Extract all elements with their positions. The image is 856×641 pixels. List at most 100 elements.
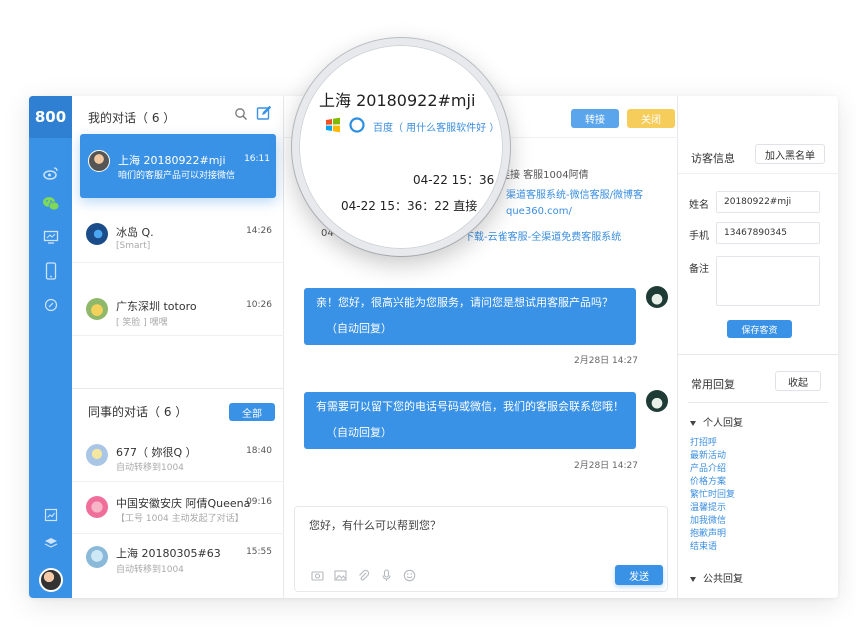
visitor-avatar xyxy=(86,496,108,518)
conversation-time: 18:40 xyxy=(246,446,272,456)
conversation-name: 中国安徽安庆 阿倩Queena xyxy=(116,497,251,510)
conversation-time: 14:26 xyxy=(246,226,272,236)
system-text: 连接 客服1004阿倩 xyxy=(500,170,589,181)
agent-avatar xyxy=(646,286,668,308)
browser-icon xyxy=(349,117,365,136)
note-label: 备注 xyxy=(689,264,709,275)
note-field[interactable] xyxy=(716,256,820,306)
conversation-last-message: 咱们的客服产品可以对接微信 xyxy=(118,171,236,181)
conversation-name: 冰岛 Q. xyxy=(116,226,154,239)
public-replies-group[interactable]: 公共回复 xyxy=(690,570,743,585)
microphone-icon[interactable] xyxy=(380,569,393,582)
visitor-avatar xyxy=(86,444,108,466)
send-button[interactable]: 发送 xyxy=(615,565,663,585)
visitor-avatar xyxy=(88,150,110,172)
name-field[interactable]: 20180922#mji xyxy=(716,191,820,213)
magnified-time-1: 04-22 15：36 xyxy=(413,173,495,187)
caret-down-icon xyxy=(690,576,696,582)
conversation-panel: 我的对话（ 6 ） 上海 20180922#mji 16:11 咱们的客服产品可… xyxy=(72,96,284,598)
conversation-item-active[interactable]: 上海 20180922#mji 16:11 咱们的客服产品可以对接微信 xyxy=(80,134,276,198)
phrase-item[interactable]: 加我微信 xyxy=(690,515,830,528)
save-contact-button[interactable]: 保存客资 xyxy=(727,320,792,338)
replies-title: 常用回复 xyxy=(691,378,735,391)
attachment-icon[interactable] xyxy=(357,569,370,582)
message-input-text[interactable]: 您好，有什么可以帮到您？ xyxy=(309,517,441,533)
conversation-item[interactable]: 广东深圳 totoro 10:26 [ 笑脸 ] 嘿嘿 xyxy=(72,276,284,336)
report-icon[interactable] xyxy=(29,502,72,528)
system-line: 下载-云雀客服-全渠道免费客服系统 xyxy=(464,228,621,243)
source-link[interactable]: 下载-云雀客服-全渠道免费客服系统 xyxy=(464,232,621,243)
conversation-last-message: [Smart] xyxy=(116,241,151,251)
collapse-button[interactable]: 收起 xyxy=(775,371,821,391)
auto-reply-tag: （自动回复） xyxy=(326,426,392,439)
personal-replies-group[interactable]: 个人回复 xyxy=(690,414,743,429)
magnified-title: 上海 20180922#mji xyxy=(319,91,476,110)
conversation-time: 10:26 xyxy=(246,300,272,310)
system-line: 渠道客服系统-微信客服/微博客 xyxy=(506,186,643,201)
system-line: que360.com/ xyxy=(506,206,572,217)
input-toolbar xyxy=(311,569,416,582)
magnified-time-2: 04-22 15：36：22 直接 xyxy=(341,199,478,213)
name-label: 姓名 xyxy=(689,200,709,211)
conversation-item[interactable]: 冰岛 Q. 14:26 [Smart] xyxy=(72,203,284,263)
message-text: 有需要可以留下您的电话号码或微信，我们的客服会联系您哦！ xyxy=(316,400,624,413)
edit-icon[interactable] xyxy=(256,105,272,124)
section-divider xyxy=(678,354,838,355)
link-icon[interactable] xyxy=(29,292,72,318)
my-avatar[interactable] xyxy=(39,568,63,592)
phrase-item[interactable]: 最新活动 xyxy=(690,450,830,463)
conversation-header: 我的对话（ 6 ） xyxy=(72,96,284,138)
conversation-last-message: 自动转移到1004 xyxy=(116,463,184,473)
logo: 800 xyxy=(29,96,72,138)
visitor-avatar xyxy=(86,298,108,320)
phrase-item[interactable]: 结束语 xyxy=(690,541,830,554)
replies-header: 常用回复 收起 xyxy=(678,364,838,400)
source-link[interactable]: que360.com/ xyxy=(506,206,572,217)
show-all-button[interactable]: 全部 xyxy=(229,403,275,421)
phrase-item[interactable]: 抱歉声明 xyxy=(690,528,830,541)
nav-rail: 800 xyxy=(29,96,72,598)
layers-icon[interactable] xyxy=(29,530,72,556)
source-link[interactable]: 渠道客服系统-微信客服/微博客 xyxy=(506,190,643,201)
phrase-item[interactable]: 打招呼 xyxy=(690,437,830,450)
visitor-info-title: 访客信息 xyxy=(691,152,735,165)
message-time: 2月28日 14:27 xyxy=(574,461,638,471)
mobile-icon[interactable] xyxy=(29,258,72,284)
emoji-icon[interactable] xyxy=(403,569,416,582)
transfer-button[interactable]: 转接 xyxy=(571,109,619,128)
conversation-last-message: 自动转移到1004 xyxy=(116,565,184,575)
phrase-item[interactable]: 价格方案 xyxy=(690,476,830,489)
caret-down-icon xyxy=(690,420,696,426)
close-chat-button[interactable]: 关闭 xyxy=(627,109,675,128)
monitor-icon[interactable] xyxy=(29,224,72,250)
conversation-name: 上海 20180305#63 xyxy=(116,547,221,560)
search-icon[interactable] xyxy=(234,107,248,124)
phone-label: 手机 xyxy=(689,231,709,242)
conversation-name: 677（ 妳很Q ） xyxy=(116,446,197,459)
wechat-icon[interactable] xyxy=(29,191,72,217)
message-time: 2月28日 14:27 xyxy=(574,356,638,366)
camera-icon[interactable] xyxy=(311,569,324,582)
auto-reply-tag: （自动回复） xyxy=(326,322,392,335)
conversation-name: 广东深圳 totoro xyxy=(116,300,197,313)
image-icon[interactable] xyxy=(334,569,347,582)
conversation-time: 16:11 xyxy=(244,154,270,164)
phrase-item[interactable]: 产品介绍 xyxy=(690,463,830,476)
windows-icon xyxy=(325,117,341,136)
blacklist-button[interactable]: 加入黑名单 xyxy=(755,144,825,164)
conversation-time: 09:16 xyxy=(246,497,272,507)
colleague-conversation-item[interactable]: 677（ 妳很Q ） 18:40 自动转移到1004 xyxy=(72,430,284,482)
phone-field[interactable]: 13467890345 xyxy=(716,222,820,244)
colleague-conversation-item[interactable]: 上海 20180305#63 15:55 自动转移到1004 xyxy=(72,536,284,592)
weibo-icon[interactable] xyxy=(29,160,72,186)
personal-replies-label: 个人回复 xyxy=(703,418,743,429)
colleague-conversation-item[interactable]: 中国安徽安庆 阿倩Queena 09:16 【工号 1004 主动发起了对话】 xyxy=(72,484,284,534)
phrase-item[interactable]: 繁忙时回复 xyxy=(690,489,830,502)
colleague-title: 同事的对话（ 6 ） xyxy=(88,405,188,419)
visitor-avatar xyxy=(86,223,108,245)
conversation-last-message: 【工号 1004 主动发起了对话】 xyxy=(116,514,244,524)
phrase-list: 打招呼 最新活动 产品介绍 价格方案 繁忙时回复 温馨提示 加我微信 抱歉声明 … xyxy=(690,437,830,554)
conversation-title: 我的对话（ 6 ） xyxy=(88,111,176,125)
phrase-item[interactable]: 温馨提示 xyxy=(690,502,830,515)
message-input-box[interactable]: 您好，有什么可以帮到您？ 发送 xyxy=(294,506,668,592)
